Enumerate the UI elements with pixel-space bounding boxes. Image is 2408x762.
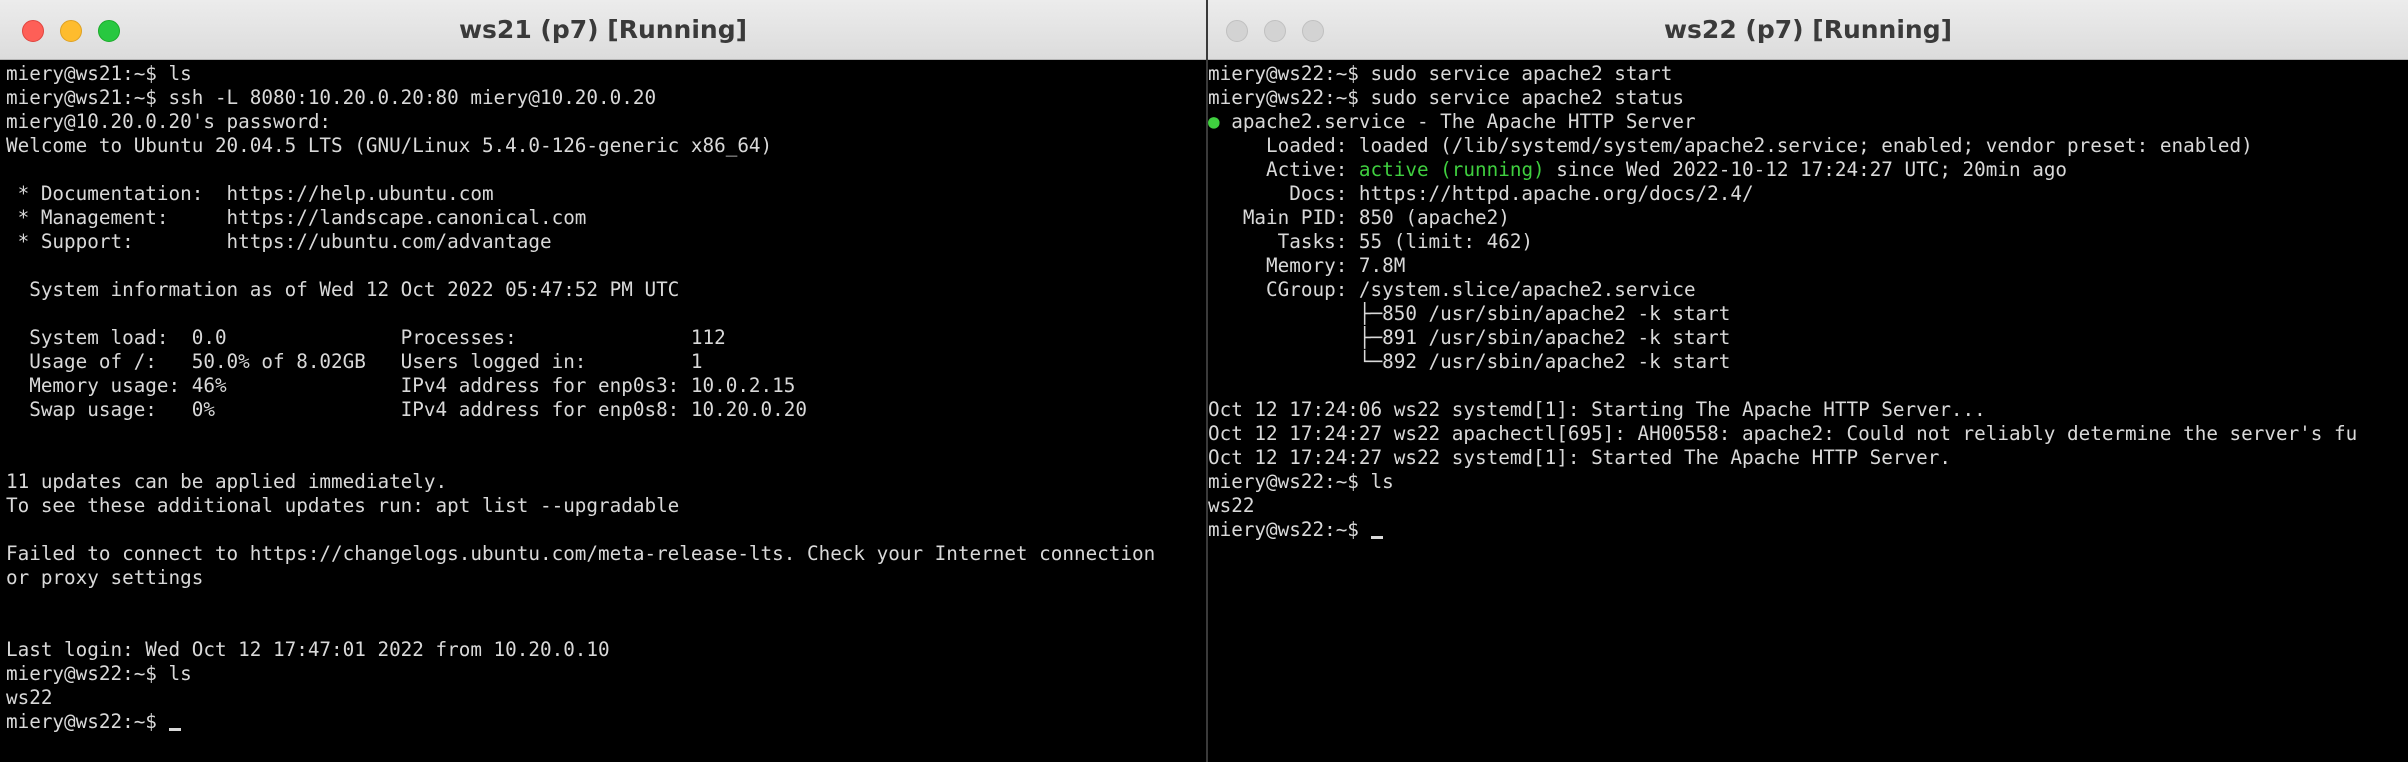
active-since: since Wed 2022-10-12 17:24:27 UTC; 20min… xyxy=(1544,158,2068,181)
terminal-line: 11 updates can be applied immediately. xyxy=(6,470,448,493)
terminal-line: Memory usage: 46% IPv4 address for enp0s… xyxy=(6,374,796,397)
ws21-titlebar[interactable]: ws21 (p7) [Running] xyxy=(0,0,1206,60)
terminal-line: miery@ws22:~$ sudo service apache2 statu… xyxy=(1208,86,1684,109)
terminal-line: miery@ws22:~$ ls xyxy=(1208,470,1394,493)
terminal-line: └─892 /usr/sbin/apache2 -k start xyxy=(1208,350,1731,373)
window-title: ws22 (p7) [Running] xyxy=(1663,15,1953,44)
ws21-vm-window[interactable]: ws21 (p7) [Running] miery@ws21:~$ ls mier… xyxy=(0,0,1206,762)
status-dot-icon: ● xyxy=(1208,110,1220,133)
terminal-line: ws22 xyxy=(1208,494,1255,517)
terminal-line: miery@ws22:~$ ls xyxy=(6,662,192,685)
terminal-line: CGroup: /system.slice/apache2.service xyxy=(1208,278,1696,301)
terminal-screen[interactable]: miery@ws22:~$ sudo service apache2 start… xyxy=(1208,60,2408,542)
active-label: Active: xyxy=(1208,158,1359,181)
terminal-line: Oct 12 17:24:27 ws22 apachectl[695]: AH0… xyxy=(1208,422,2358,445)
terminal-line: Swap usage: 0% IPv4 address for enp0s8: … xyxy=(6,398,807,421)
terminal-screen[interactable]: miery@ws21:~$ ls miery@ws21:~$ ssh -L 808… xyxy=(0,60,1206,734)
terminal-line: Last login: Wed Oct 12 17:47:01 2022 fro… xyxy=(6,638,610,661)
terminal-line: Oct 12 17:24:27 ws22 systemd[1]: Started… xyxy=(1208,446,1951,469)
terminal-line: Main PID: 850 (apache2) xyxy=(1208,206,1510,229)
terminal-line: To see these additional updates run: apt… xyxy=(6,494,680,517)
ws22-titlebar[interactable]: ws22 (p7) [Running] xyxy=(1208,0,2408,60)
terminal-line: Failed to connect to https://changelogs.… xyxy=(6,542,1156,565)
terminal-prompt-line[interactable]: miery@ws22:~$ xyxy=(6,710,1206,734)
terminal-line: miery@ws22:~$ sudo service apache2 start xyxy=(1208,62,1673,85)
terminal-prompt: miery@ws22:~$ xyxy=(6,710,169,733)
terminal-line: ws22 xyxy=(6,686,53,709)
terminal-line: Welcome to Ubuntu 20.04.5 LTS (GNU/Linux… xyxy=(6,134,773,157)
terminal-line: * Management: https://landscape.canonica… xyxy=(6,206,587,229)
terminal-line: Loaded: loaded (/lib/systemd/system/apac… xyxy=(1208,134,2253,157)
terminal-line: ├─891 /usr/sbin/apache2 -k start xyxy=(1208,326,1731,349)
terminal-line: Docs: https://httpd.apache.org/docs/2.4/ xyxy=(1208,182,1754,205)
terminal-line: ● apache2.service - The Apache HTTP Serv… xyxy=(1208,110,2408,134)
terminal-prompt: miery@ws22:~$ xyxy=(1208,518,1371,541)
text-cursor xyxy=(168,728,181,731)
terminal-line: Usage of /: 50.0% of 8.02GB Users logged… xyxy=(6,350,703,373)
terminal-line: Memory: 7.8M xyxy=(1208,254,1406,277)
terminal-line: ├─850 /usr/sbin/apache2 -k start xyxy=(1208,302,1731,325)
terminal-line: miery@ws21:~$ ssh -L 8080:10.20.0.20:80 … xyxy=(6,86,657,109)
terminal-line: * Documentation: https://help.ubuntu.com xyxy=(6,182,494,205)
text-cursor xyxy=(1370,536,1383,539)
service-name: apache2.service - The Apache HTTP Server xyxy=(1219,110,1696,133)
terminal-line: Active: active (running) since Wed 2022-… xyxy=(1208,158,2408,182)
terminal-line: Oct 12 17:24:06 ws22 systemd[1]: Startin… xyxy=(1208,398,1986,421)
terminal-prompt-line[interactable]: miery@ws22:~$ xyxy=(1208,518,2408,542)
terminal-line: System load: 0.0 Processes: 112 xyxy=(6,326,726,349)
active-status: active (running) xyxy=(1358,158,1545,181)
terminal-line: * Support: https://ubuntu.com/advantage xyxy=(6,230,552,253)
terminal-line: System information as of Wed 12 Oct 2022… xyxy=(6,278,680,301)
ws22-vm-window[interactable]: ws22 (p7) [Running] miery@ws22:~$ sudo s… xyxy=(1208,0,2408,762)
terminal-line: Tasks: 55 (limit: 462) xyxy=(1208,230,1534,253)
terminal-line: or proxy settings xyxy=(6,566,204,589)
window-title: ws21 (p7) [Running] xyxy=(458,15,748,44)
terminal-line: miery@10.20.0.20's password: xyxy=(6,110,332,133)
terminal-line: miery@ws21:~$ ls xyxy=(6,62,192,85)
